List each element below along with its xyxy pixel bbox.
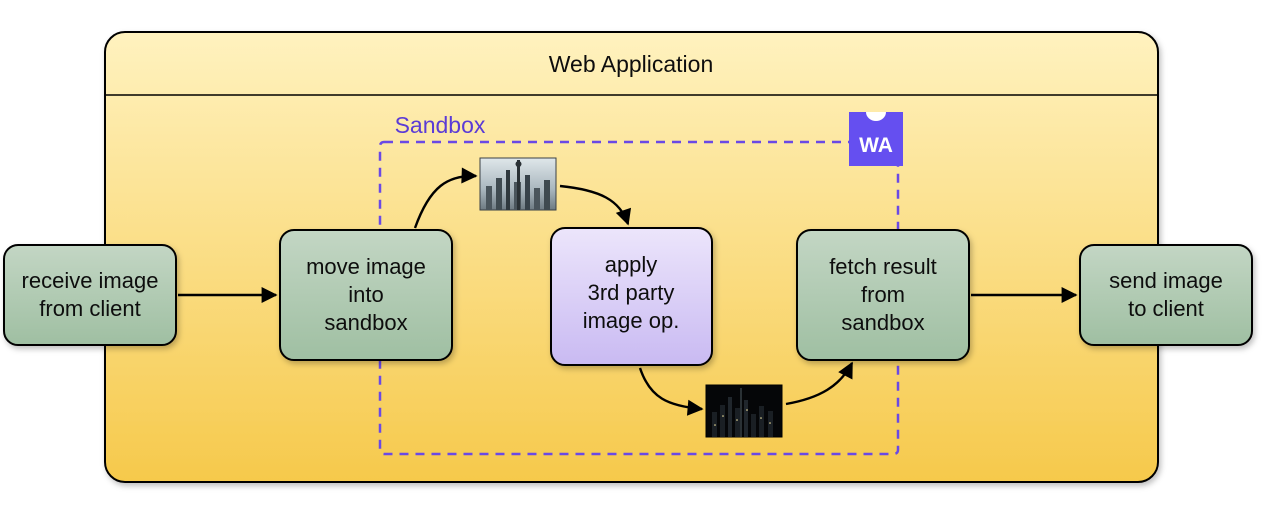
diagram-canvas: Web Application Sandbox WA receive image… — [0, 0, 1263, 517]
container-title: Web Application — [549, 51, 714, 77]
node-fetch: fetch result from sandbox — [797, 230, 969, 360]
node-send-line1: send image — [1109, 268, 1223, 293]
node-fetch-line3: sandbox — [841, 310, 924, 335]
input-image-thumb — [480, 158, 556, 210]
node-receive-line2: from client — [39, 296, 140, 321]
node-move-line3: sandbox — [324, 310, 407, 335]
sandbox-label: Sandbox — [395, 112, 486, 138]
node-fetch-line2: from — [861, 282, 905, 307]
node-receive-line1: receive image — [22, 268, 159, 293]
node-move-line2: into — [348, 282, 383, 307]
node-receive: receive image from client — [4, 245, 176, 345]
node-move-line1: move image — [306, 254, 426, 279]
node-move: move image into sandbox — [280, 230, 452, 360]
node-send-line2: to client — [1128, 296, 1204, 321]
wa-badge: WA — [849, 112, 903, 166]
node-apply-line1: apply — [605, 252, 658, 277]
output-image-thumb — [706, 385, 782, 437]
node-fetch-line1: fetch result — [829, 254, 937, 279]
wa-badge-text: WA — [859, 134, 893, 157]
node-apply: apply 3rd party image op. — [551, 228, 712, 365]
node-apply-line3: image op. — [583, 308, 680, 333]
node-send: send image to client — [1080, 245, 1252, 345]
node-apply-line2: 3rd party — [588, 280, 675, 305]
